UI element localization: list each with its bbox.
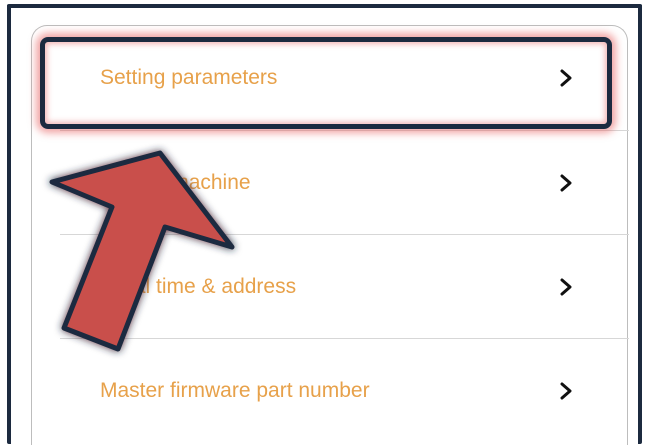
menu-item-label: Master firmware part number (100, 379, 370, 402)
chevron-right-icon (560, 382, 572, 400)
chevron-right-icon (560, 69, 572, 87)
menu-item-setting-parameters[interactable]: Setting parameters (32, 26, 629, 130)
menu-item-pairing-machine[interactable]: Pairing machine (32, 131, 629, 235)
menu-item-label: Local time & address (100, 275, 297, 298)
menu-item-master-firmware[interactable]: Master firmware part number (32, 339, 629, 443)
chevron-right-icon (560, 278, 572, 296)
menu-item-label: Setting parameters (100, 66, 278, 89)
settings-menu: Setting parameters Pairing machine Local… (31, 25, 629, 445)
menu-item-local-time-address[interactable]: Local time & address (32, 235, 629, 339)
chevron-right-icon (560, 174, 572, 192)
menu-item-label: Pairing machine (100, 171, 251, 194)
